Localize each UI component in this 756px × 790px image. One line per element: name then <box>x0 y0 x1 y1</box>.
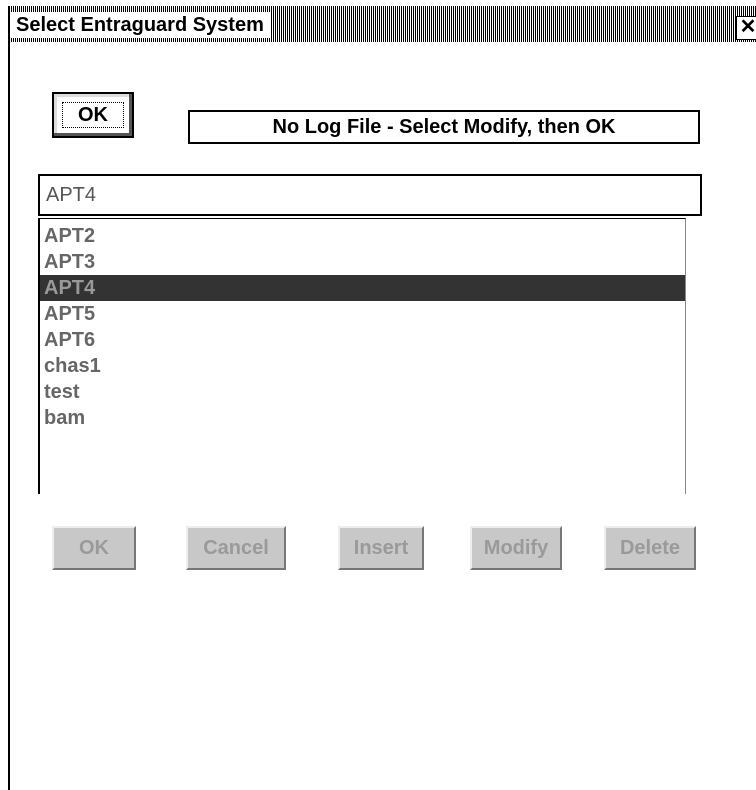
close-icon[interactable]: ✕ <box>736 16 756 40</box>
window-title: Select Entraguard System <box>10 12 270 38</box>
list-item[interactable]: APT5 <box>40 301 685 327</box>
insert-button[interactable]: Insert <box>338 526 424 570</box>
ok-button-top[interactable]: OK <box>52 92 134 138</box>
focus-rectangle <box>62 102 124 128</box>
ok-button[interactable]: OK <box>52 526 136 570</box>
modify-button[interactable]: Modify <box>470 526 562 570</box>
list-item[interactable]: bam <box>40 405 685 431</box>
dialog-window: Select Entraguard System ✕ OK No Log Fil… <box>8 6 756 790</box>
list-item[interactable]: chas1 <box>40 353 685 379</box>
list-item[interactable]: test <box>40 379 685 405</box>
cancel-button[interactable]: Cancel <box>186 526 286 570</box>
status-message: No Log File - Select Modify, then OK <box>188 110 700 144</box>
system-name-input[interactable]: APT4 <box>38 174 702 216</box>
list-item[interactable]: APT3 <box>40 249 685 275</box>
title-bar[interactable]: Select Entraguard System ✕ <box>10 6 756 42</box>
list-item[interactable]: APT6 <box>40 327 685 353</box>
list-item-selected[interactable]: APT4 <box>40 275 685 301</box>
delete-button[interactable]: Delete <box>604 526 696 570</box>
action-button-row: OK Cancel Insert Modify Delete <box>52 526 712 570</box>
list-item[interactable]: APT2 <box>40 223 685 249</box>
system-listbox[interactable]: APT2 APT3 APT4 APT5 APT6 chas1 test bam <box>38 218 686 494</box>
